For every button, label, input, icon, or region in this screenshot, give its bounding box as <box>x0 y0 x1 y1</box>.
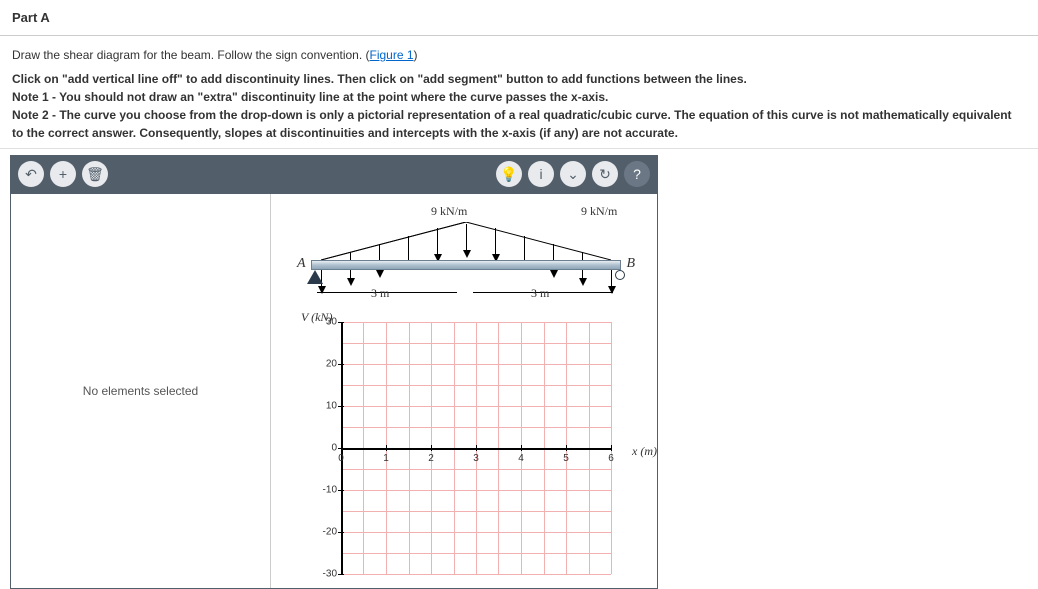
instructions-block: Draw the shear diagram for the beam. Fol… <box>0 36 1038 149</box>
trash-icon: 🗑 <box>86 166 104 183</box>
part-title: Part A <box>0 0 1038 36</box>
workspace: No elements selected 9 kN/m 9 kN/m <box>10 193 658 589</box>
reset-icon: ↻ <box>599 166 611 183</box>
plus-icon: + <box>59 166 67 182</box>
instruction-note-1: Note 1 - You should not draw an "extra" … <box>12 88 1026 106</box>
help-button[interactable]: ? <box>624 161 650 187</box>
add-button[interactable]: + <box>50 161 76 187</box>
pin-support-icon <box>307 270 323 284</box>
x-tick: 1 <box>383 453 389 464</box>
shear-chart[interactable]: V (kN) x (m) 30 20 10 0 -10 -20 -30 0 1 <box>301 310 651 582</box>
info-button[interactable]: i <box>528 161 554 187</box>
x-axis-label: x (m) <box>632 444 657 459</box>
x-tick: 3 <box>473 453 479 464</box>
instruction-line-2: Click on "add vertical line off" to add … <box>12 70 1026 88</box>
y-tick: 0 <box>313 443 337 454</box>
drawing-canvas[interactable]: 9 kN/m 9 kN/m A B <box>271 194 657 588</box>
x-tick: 6 <box>608 453 614 464</box>
delete-button[interactable]: 🗑 <box>82 161 108 187</box>
hint-button[interactable]: 💡 <box>496 161 522 187</box>
question-icon: ? <box>633 166 641 182</box>
undo-button[interactable]: ↶ <box>18 161 44 187</box>
chevron-down-icon: ⌄ <box>567 166 579 183</box>
load-label-left: 9 kN/m <box>431 204 467 219</box>
reset-button[interactable]: ↻ <box>592 161 618 187</box>
y-tick: 20 <box>313 359 337 370</box>
x-tick: 0 <box>338 453 344 464</box>
beam-diagram: 9 kN/m 9 kN/m A B <box>301 204 631 310</box>
x-tick: 5 <box>563 453 569 464</box>
y-tick: 10 <box>313 400 337 411</box>
support-label-a: A <box>297 256 306 272</box>
instruction-line-1: Draw the shear diagram for the beam. Fol… <box>12 46 1026 64</box>
load-arrows <box>321 224 611 260</box>
y-tick: 30 <box>313 317 337 328</box>
load-label-right: 9 kN/m <box>581 204 617 219</box>
info-icon: i <box>539 166 542 182</box>
support-label-b: B <box>626 256 635 272</box>
dim-label-left: 3 m <box>371 286 389 301</box>
beam-body <box>311 260 621 270</box>
instruction-note-2: Note 2 - The curve you choose from the d… <box>12 106 1026 142</box>
undo-icon: ↶ <box>25 166 37 183</box>
y-tick: -20 <box>313 526 337 537</box>
plot-area[interactable]: 30 20 10 0 -10 -20 -30 0 1 2 3 4 5 6 <box>341 322 611 574</box>
x-tick: 2 <box>428 453 434 464</box>
roller-support-icon <box>615 270 625 280</box>
instr-text-close: ) <box>414 48 418 62</box>
x-tick: 4 <box>518 453 524 464</box>
y-tick: -10 <box>313 485 337 496</box>
selection-empty-text: No elements selected <box>83 384 198 398</box>
y-tick: -30 <box>313 569 337 580</box>
instr-text: Draw the shear diagram for the beam. Fol… <box>12 48 370 62</box>
toolbar: ↶ + 🗑 💡 i ⌄ ↻ ? <box>10 155 658 193</box>
figure-link[interactable]: Figure 1 <box>370 48 414 62</box>
dropdown-button[interactable]: ⌄ <box>560 161 586 187</box>
selection-panel: No elements selected <box>11 194 271 588</box>
dim-label-right: 3 m <box>531 286 549 301</box>
bulb-icon: 💡 <box>500 166 517 183</box>
